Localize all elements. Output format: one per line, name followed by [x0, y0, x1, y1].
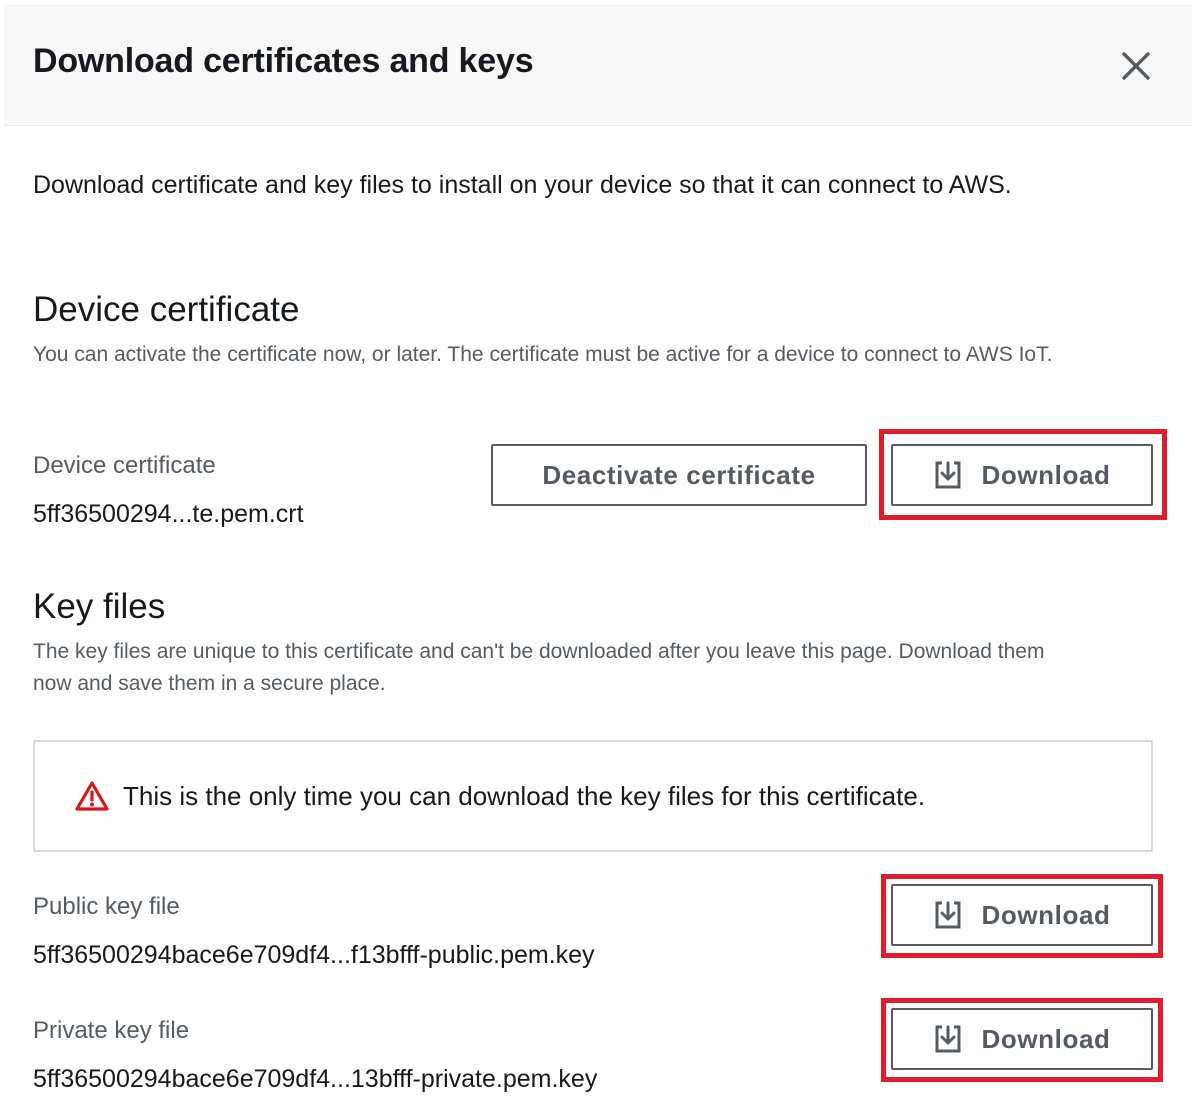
warning-alert: This is the only time you can download t…	[33, 740, 1153, 852]
close-button[interactable]	[1116, 46, 1156, 86]
download-icon	[935, 1025, 961, 1053]
device-certificate-description: You can activate the certificate now, or…	[33, 343, 1053, 366]
public-key-label: Public key file	[33, 893, 180, 920]
warning-icon	[75, 781, 109, 811]
modal-intro: Download certificate and key files to in…	[33, 171, 1012, 199]
warning-text: This is the only time you can download t…	[123, 780, 926, 811]
device-certificate-section-title: Device certificate	[33, 290, 300, 329]
download-certificate-button[interactable]: Download	[891, 444, 1153, 506]
download-label: Download	[981, 459, 1111, 490]
download-certificates-modal: Download certificates and keys Download …	[0, 0, 1192, 1120]
modal-header: Download certificates and keys	[4, 4, 1192, 126]
private-key-filename: 5ff36500294bace6e709df4...13bfff-private…	[33, 1065, 598, 1093]
download-public-key-button[interactable]: Download	[891, 884, 1153, 946]
modal-title: Download certificates and keys	[33, 42, 534, 80]
deactivate-certificate-button[interactable]: Deactivate certificate	[491, 444, 867, 506]
device-certificate-filename: 5ff36500294...te.pem.crt	[33, 500, 304, 528]
download-icon	[935, 461, 961, 489]
public-key-filename: 5ff36500294bace6e709df4...f13bfff-public…	[33, 941, 595, 969]
device-certificate-label: Device certificate	[33, 452, 216, 479]
deactivate-certificate-label: Deactivate certificate	[542, 459, 816, 490]
download-icon	[935, 901, 961, 929]
key-files-description: The key files are unique to this certifi…	[33, 640, 1045, 695]
private-key-label: Private key file	[33, 1017, 190, 1044]
close-icon	[1122, 52, 1150, 80]
download-private-key-button[interactable]: Download	[891, 1008, 1153, 1070]
download-label: Download	[981, 899, 1111, 930]
download-label: Download	[981, 1023, 1111, 1054]
key-files-section-title: Key files	[33, 587, 166, 626]
